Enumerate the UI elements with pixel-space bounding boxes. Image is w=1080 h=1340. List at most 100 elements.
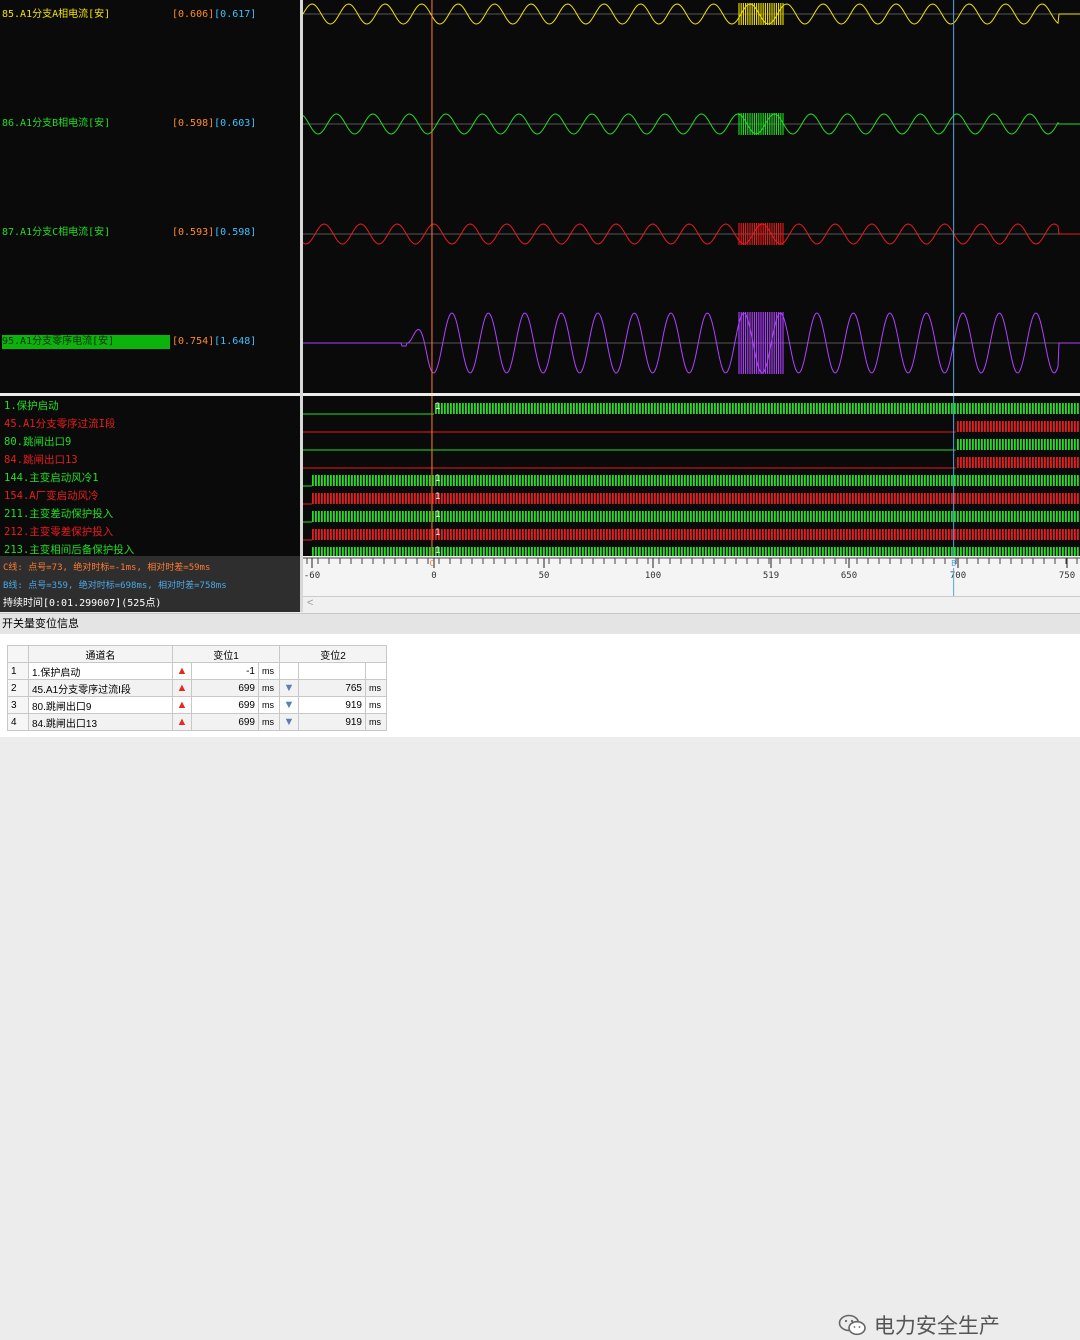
change1-time: -1 — [191, 662, 259, 680]
change2-unit: ms — [365, 713, 387, 731]
horizontal-scrollbar[interactable]: < — [303, 596, 1080, 613]
digital-channel-label[interactable]: 1.保护启动 — [4, 399, 59, 413]
axis-tick-label: 0 — [431, 571, 436, 581]
change1-time: 699 — [191, 679, 259, 697]
digital-channel-label[interactable]: 212.主变零差保护投入 — [4, 525, 113, 539]
digital-label-panel: 1.保护启动 45.A1分支零序过流I段 80.跳闸出口9 84.跳闸出口13 … — [0, 396, 300, 556]
table-header-row: 通道名 变位1 变位2 — [7, 645, 387, 663]
digital-channel-label[interactable]: 80.跳闸出口9 — [4, 435, 71, 449]
change2-time: 919 — [298, 713, 366, 731]
analog-label-panel: 85.A1分支A相电流[安] [0.606][0.617] 86.A1分支B相电… — [0, 0, 300, 393]
channel-name-cell[interactable]: 80.跳闸出口9 — [28, 696, 173, 714]
axis-tick-label: -60 — [304, 571, 320, 581]
change2-time: 919 — [298, 696, 366, 714]
row-number: 4 — [7, 713, 29, 731]
analog-burst — [738, 3, 784, 25]
watermark-text: 电力安全生产 — [873, 1315, 1000, 1338]
analog-channel-label[interactable]: 87.A1分支C相电流[安] — [2, 226, 110, 240]
change1-unit: ms — [258, 713, 280, 731]
time-axis-ruler: -60 0 50 100 519 650 700 750 C B — [303, 557, 1080, 596]
table-row[interactable]: 1 1.保护启动 ▲ -1 ms — [7, 662, 387, 680]
channel-name-cell[interactable]: 45.A1分支零序过流I段 — [28, 679, 173, 697]
digital-channel-label[interactable]: 211.主变差动保护投入 — [4, 507, 113, 521]
table-row[interactable]: 2 45.A1分支零序过流I段 ▲ 699 ms ▼ 765 ms — [7, 679, 387, 697]
digital-state-mark: 1 — [435, 492, 440, 502]
digital-state-mark: 1 — [435, 510, 440, 520]
b-cursor-value: [1.648] — [214, 336, 257, 347]
digital-state-mark: 1 — [435, 474, 440, 484]
change1-unit: ms — [258, 679, 280, 697]
change2-unit — [365, 662, 387, 680]
analog-channel-label[interactable]: 86.A1分支B相电流[安] — [2, 117, 110, 131]
digital-channel-label[interactable]: 84.跳闸出口13 — [4, 453, 78, 467]
analog-channel-values: [0.598][0.603] — [172, 117, 256, 131]
digital-state-mark: 1 — [435, 402, 440, 412]
c-cursor-value: [0.593] — [172, 227, 215, 238]
scroll-left-arrow[interactable]: < — [307, 597, 313, 609]
digital-high-band — [312, 493, 1080, 504]
empty-cell — [279, 662, 299, 680]
channel-name-cell[interactable]: 1.保护启动 — [28, 662, 173, 680]
digital-trace-panel[interactable]: 1 1 1 1 1 1 — [303, 396, 1080, 559]
digital-high-band — [955, 439, 1080, 450]
digital-high-band — [312, 475, 1080, 486]
analog-waveform-panel[interactable] — [302, 0, 1080, 393]
digital-high-band — [434, 403, 1080, 414]
digital-channel-label[interactable]: 213.主变相间后备保护投入 — [4, 543, 134, 556]
axis-tick-label: 750 — [1059, 571, 1075, 581]
axis-tick-label: 650 — [841, 571, 857, 581]
analog-waveforms — [302, 0, 1080, 393]
digital-traces: 1 1 1 1 1 1 — [303, 396, 1080, 559]
analog-channel-label-selected[interactable]: 95.A1分支零序电流[安] — [2, 335, 170, 349]
b-cursor-value: [0.617] — [214, 9, 257, 20]
c-cursor-value: [0.754] — [172, 336, 215, 347]
column-header[interactable]: 变位2 — [279, 645, 387, 663]
switch-change-panel: 通道名 变位1 变位2 1 1.保护启动 ▲ -1 ms 2 45.A1分支零序过流I段 ▲ 6… — [0, 634, 1080, 1338]
digital-channel-label[interactable]: 154.A厂变启动风冷 — [4, 489, 99, 503]
wechat-icon — [838, 1314, 866, 1336]
table-row[interactable]: 3 80.跳闸出口9 ▲ 699 ms ▼ 919 ms — [7, 696, 387, 714]
up-arrow-icon: ▲ — [172, 662, 192, 680]
up-arrow-icon: ▲ — [172, 713, 192, 731]
row-number-header — [7, 645, 29, 663]
column-header[interactable]: 变位1 — [172, 645, 280, 663]
axis-tick-label: 50 — [539, 571, 550, 581]
digital-channel-label[interactable]: 45.A1分支零序过流I段 — [4, 417, 115, 431]
digital-high-band — [955, 421, 1080, 432]
change2-unit: ms — [365, 679, 387, 697]
change2-time: 765 — [298, 679, 366, 697]
analog-burst — [738, 312, 784, 374]
change2-time — [298, 662, 366, 680]
analog-burst — [738, 113, 784, 135]
change1-unit: ms — [258, 662, 280, 680]
table-row[interactable]: 4 84.跳闸出口13 ▲ 699 ms ▼ 919 ms — [7, 713, 387, 731]
section-title: 开关量变位信息 — [0, 613, 1080, 635]
analog-channel-label[interactable]: 85.A1分支A相电流[安] — [2, 8, 110, 22]
down-arrow-icon: ▼ — [279, 713, 299, 731]
axis-tick-label: 100 — [645, 571, 661, 581]
up-arrow-icon: ▲ — [172, 679, 192, 697]
row-number: 1 — [7, 662, 29, 680]
c-cursor-marker: C — [430, 559, 435, 568]
channel-name-cell[interactable]: 84.跳闸出口13 — [28, 713, 173, 731]
column-header[interactable]: 通道名 — [28, 645, 173, 663]
down-arrow-icon: ▼ — [279, 696, 299, 714]
down-arrow-icon: ▼ — [279, 679, 299, 697]
cursor-info-panel: C线: 点号=73, 绝对时标=-1ms, 相对时差=59ms B线: 点号=3… — [0, 556, 300, 612]
time-axis[interactable]: -60 0 50 100 519 650 700 750 C B — [303, 556, 1080, 596]
c-cursor-value: [0.606] — [172, 9, 215, 20]
watermark: 电力安全生产 — [838, 1310, 1000, 1340]
section-title-text: 开关量变位信息 — [2, 618, 79, 630]
duration-readout: 持续时间[0:01.299007](525点) — [3, 598, 162, 609]
analog-channel-values: [0.754][1.648] — [172, 335, 256, 349]
digital-channel-label[interactable]: 144.主变启动风冷1 — [4, 471, 99, 485]
change1-time: 699 — [191, 696, 259, 714]
change1-time: 699 — [191, 713, 259, 731]
digital-high-band — [955, 457, 1080, 468]
b-cursor-marker: B — [951, 559, 956, 568]
row-number: 2 — [7, 679, 29, 697]
change2-unit: ms — [365, 696, 387, 714]
digital-high-band — [312, 547, 1080, 558]
change1-unit: ms — [258, 696, 280, 714]
c-cursor-value: [0.598] — [172, 118, 215, 129]
